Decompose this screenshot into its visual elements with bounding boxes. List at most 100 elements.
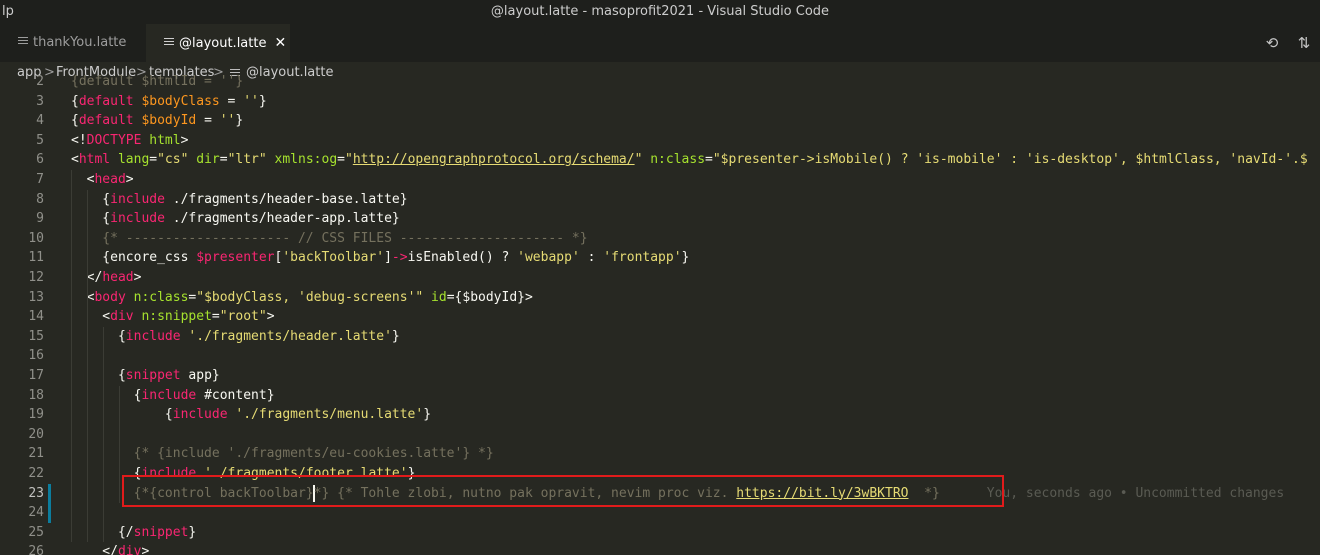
code-token: $bodyClass [141, 93, 220, 109]
line-code: </div> [71, 542, 149, 555]
file-lines-icon [18, 37, 28, 46]
code-token: body [94, 289, 126, 305]
line-code: <head> [71, 170, 134, 190]
code-token: = [446, 289, 455, 305]
line-number: 11 [28, 250, 44, 266]
line-code: {encore_css $presenter['backToolbar']->i… [71, 248, 689, 268]
code-token: < [71, 309, 111, 325]
modified-line-gutter-marker[interactable] [48, 503, 51, 523]
line-code: {include './fragments/header.latte'} [71, 327, 400, 347]
code-token: default [78, 113, 142, 129]
code-line[interactable]: 8 {include ./fragments/header-base.latte… [0, 190, 1320, 210]
line-number: 9 [36, 211, 44, 227]
code-line[interactable]: 20 [0, 425, 1320, 445]
code-token: DOCTYPE [86, 132, 142, 148]
tab-label: @layout.latte [179, 36, 267, 51]
code-line[interactable]: 6 <html lang="cs" dir="ltr" xmlns:og="htt… [0, 150, 1320, 170]
code-token: dir [188, 152, 220, 168]
code-line[interactable]: 21 {* {include './fragments/eu-cookies.l… [0, 444, 1320, 464]
code-token: head [102, 270, 134, 285]
line-number: 15 [28, 328, 44, 344]
code-token: } [188, 524, 197, 540]
code-token: default [78, 93, 142, 109]
code-token: xmlns:og [266, 152, 338, 168]
code-token: <! [71, 132, 87, 148]
code-line[interactable]: 19 {include './fragments/menu.latte'} [0, 405, 1320, 425]
tab-label: thankYou.latte [33, 35, 127, 50]
line-code: {/snippet} [71, 523, 196, 543]
open-changes-icon[interactable]: ⇅ [1296, 35, 1312, 51]
line-number: 8 [36, 191, 44, 207]
code-token: "cs" [157, 152, 189, 168]
line-number: 16 [28, 348, 44, 364]
code-token: } [391, 328, 400, 344]
code-token: = [211, 309, 220, 325]
close-icon[interactable]: ✕ [274, 35, 286, 51]
code-token: < [71, 152, 79, 168]
code-token: "$presenter->isMobile() ? 'is-mobile' : … [712, 152, 1308, 168]
code-token: > [133, 270, 142, 285]
tab-thankyou-latte[interactable]: thankYou.latte [0, 24, 146, 62]
code-line[interactable]: 25 {/snippet} [0, 523, 1320, 543]
code-token: {default $htmlId = ''} [71, 74, 244, 89]
line-number: 26 [28, 544, 44, 555]
code-token: } [423, 407, 432, 423]
code-token: > [180, 132, 189, 148]
code-token: > [525, 289, 533, 305]
code-line[interactable]: 5 <!DOCTYPE html> [0, 131, 1320, 151]
code-token: ./fragments/header-app.latte} [164, 211, 400, 227]
code-line[interactable]: 4 {default $bodyId = ''} [0, 111, 1320, 131]
code-token: = [219, 152, 228, 168]
code-line[interactable]: 7 <head> [0, 170, 1320, 190]
code-token: ./fragments/header-base.latte} [164, 191, 408, 207]
line-number: 10 [28, 230, 44, 246]
code-token: = [196, 113, 220, 129]
code-token: include [110, 211, 165, 227]
code-token: = [219, 93, 244, 109]
tab-layout-latte[interactable]: @layout.latte ✕ [146, 24, 290, 62]
line-number: 20 [28, 426, 44, 442]
code-line[interactable]: 10 {* --------------------- // CSS FILES… [0, 229, 1320, 249]
code-token: $bodyId [141, 113, 197, 129]
code-line[interactable]: 17 {snippet app} [0, 366, 1320, 386]
line-code: <body n:class = "$bodyClass, 'debug-screen… [71, 288, 533, 308]
modified-line-gutter-marker[interactable] [48, 483, 51, 504]
code-token: $presenter [196, 250, 275, 266]
code-token: } [258, 93, 267, 109]
code-token: { [71, 368, 126, 383]
code-token: n:snippet [133, 309, 212, 325]
line-code: {* --------------------- // CSS FILES --… [71, 229, 587, 249]
code-line[interactable]: 3 {default $bodyClass = ''} [0, 92, 1320, 112]
code-token: "ltr" [227, 152, 267, 168]
code-token: n:class [125, 289, 189, 305]
code-line[interactable]: 16 [0, 346, 1320, 366]
code-token: '' [243, 93, 259, 109]
code-line[interactable]: 18 {include #content} [0, 386, 1320, 406]
code-line[interactable]: 13 <body n:class = "$bodyClass, 'debug-scr… [0, 288, 1320, 308]
line-number: 21 [28, 446, 44, 462]
code-line[interactable]: 26 </div> [0, 542, 1320, 555]
code-line[interactable]: 14 <div n:snippet="root"> [0, 307, 1320, 327]
line-number: 7 [36, 172, 44, 187]
line-number: 3 [36, 93, 44, 109]
code-token: isEnabled() ? [407, 250, 518, 266]
line-code: <div n:snippet="root"> [71, 307, 274, 327]
code-line[interactable]: 9 {include ./fragments/header-app.latte} [0, 209, 1320, 229]
code-line[interactable]: 2 {default $htmlId = ''} [0, 72, 1320, 92]
code-token: { [71, 328, 126, 344]
title-bar: lp @layout.latte - masoprofit2021 - Visu… [0, 0, 1320, 24]
indent-guide [119, 385, 120, 504]
window-title: @layout.latte - masoprofit2021 - Visual … [490, 4, 830, 19]
code-token: < [71, 289, 95, 305]
code-token: { [71, 191, 111, 207]
code-token: </ [71, 544, 118, 555]
timeline-history-icon[interactable]: ⟲ [1264, 35, 1280, 51]
code-line[interactable]: 15 {include './fragments/header.latte'} [0, 327, 1320, 347]
line-code: <html lang="cs" dir="ltr" xmlns:og="http… [71, 150, 1308, 170]
line-code: {snippet app} [71, 366, 220, 386]
tab-bar: thankYou.latte @layout.latte ✕ [0, 24, 1320, 62]
line-number: 12 [28, 270, 44, 285]
code-line[interactable]: 12 </head> [0, 268, 1320, 288]
code-line[interactable]: 11 {encore_css $presenter['backToolbar']… [0, 248, 1320, 268]
